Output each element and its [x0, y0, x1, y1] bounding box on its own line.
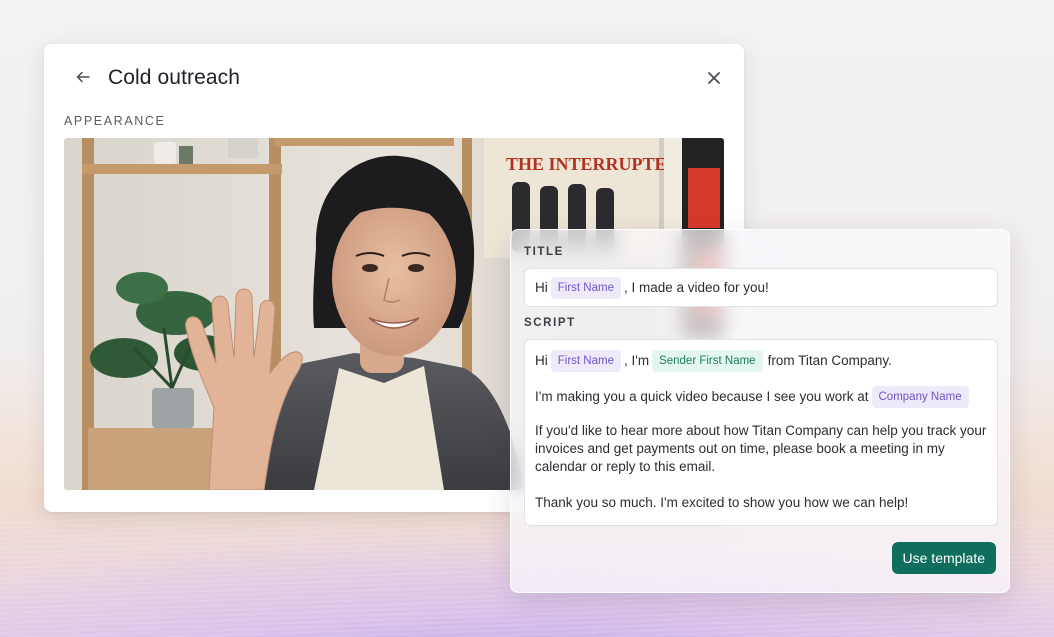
script-text: , I'm — [623, 353, 650, 368]
appearance-label: APPEARANCE — [64, 114, 166, 128]
script-text: I'm making you a quick video because I s… — [535, 389, 869, 404]
first-name-variable-tag[interactable]: First Name — [550, 276, 621, 299]
script-paragraph-offer: If you'd like to hear more about how Tit… — [535, 423, 987, 474]
close-icon — [708, 72, 720, 84]
title-text-rest: , I made a video for you! — [623, 280, 769, 295]
script-textarea[interactable]: Hi First Name , I'm Sender First Name fr… — [524, 339, 998, 526]
script-panel: TITLE Hi First Name , I made a video for… — [510, 229, 1010, 593]
script-text: Hi — [535, 353, 548, 368]
first-name-variable-tag[interactable]: First Name — [550, 350, 621, 372]
company-name-variable-tag[interactable]: Company Name — [871, 386, 969, 408]
poster-text: THE INTERRUPTERS — [506, 154, 690, 174]
use-template-button[interactable]: Use template — [891, 542, 996, 574]
dialog-title: Cold outreach — [108, 66, 241, 89]
script-paragraph-closing: Thank you so much. I'm excited to show y… — [535, 495, 909, 510]
script-line-greeting: Hi First Name , I'm Sender First Name fr… — [535, 350, 987, 372]
close-button[interactable] — [704, 68, 724, 88]
dialog-header: Cold outreach — [44, 44, 744, 114]
sender-first-name-variable-tag[interactable]: Sender First Name — [652, 350, 763, 372]
arrow-left-icon — [76, 71, 90, 83]
script-text: from Titan Company. — [767, 353, 892, 368]
script-label: SCRIPT — [524, 317, 576, 329]
back-button[interactable] — [72, 66, 94, 88]
title-input[interactable]: Hi First Name , I made a video for you! — [524, 268, 998, 307]
title-label: TITLE — [524, 246, 564, 258]
title-text-hi: Hi — [535, 280, 548, 295]
script-line-reason: I'm making you a quick video because I s… — [535, 386, 987, 408]
